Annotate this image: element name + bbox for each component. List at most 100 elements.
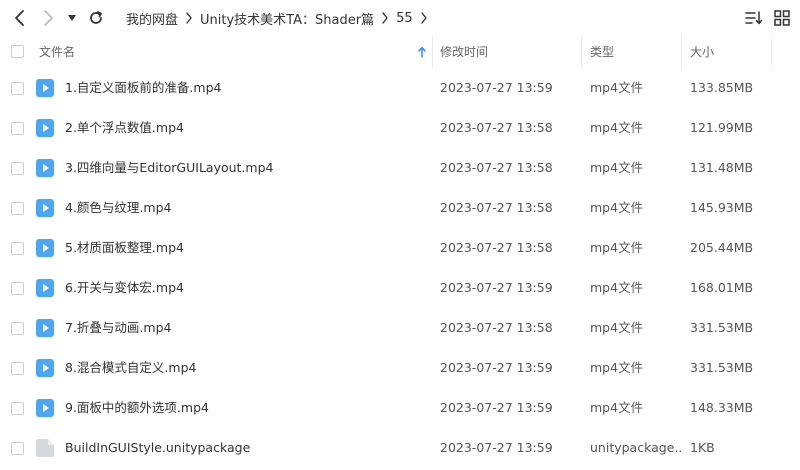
- file-size: 331.53MB: [690, 360, 754, 375]
- breadcrumb-separator-icon: [180, 12, 198, 24]
- forward-button[interactable]: [36, 6, 60, 30]
- file-modified: 2023-07-27 13:58: [440, 160, 553, 175]
- file-name[interactable]: 9.面板中的额外选项.mp4: [65, 388, 425, 428]
- row-checkbox[interactable]: [11, 82, 24, 95]
- file-type: mp4文件: [590, 120, 644, 135]
- breadcrumb-item-folder[interactable]: Unity技术美术TA：Shader篇: [198, 9, 376, 28]
- column-size[interactable]: 大小: [690, 36, 765, 68]
- back-button[interactable]: [8, 6, 32, 30]
- file-size: 148.33MB: [690, 400, 754, 415]
- column-header: 文件名 修改时间 类型 大小: [0, 36, 800, 68]
- file-row[interactable]: 2.单个浮点数值.mp4 2023-07-27 13:58 mp4文件 121.…: [0, 108, 800, 148]
- file-row[interactable]: 1.自定义面板前的准备.mp4 2023-07-27 13:59 mp4文件 1…: [0, 68, 800, 108]
- sort-list-icon: [745, 11, 763, 25]
- file-name[interactable]: 6.开关与变体宏.mp4: [65, 268, 425, 308]
- file-size: 1KB: [690, 440, 715, 455]
- row-checkbox[interactable]: [11, 122, 24, 135]
- video-file-icon: [36, 239, 54, 257]
- file-name[interactable]: 3.四维向量与EditorGUILayout.mp4: [65, 148, 425, 188]
- column-divider[interactable]: [432, 36, 433, 68]
- history-dropdown[interactable]: [62, 6, 82, 30]
- sort-button[interactable]: [744, 8, 764, 28]
- view-mode-button[interactable]: [772, 8, 792, 28]
- select-all-checkbox[interactable]: [11, 45, 24, 58]
- video-file-icon: [36, 399, 54, 417]
- caret-down-icon: [68, 15, 76, 21]
- file-modified: 2023-07-27 13:59: [440, 400, 553, 415]
- file-size: 133.85MB: [690, 80, 754, 95]
- file-list: 1.自定义面板前的准备.mp4 2023-07-27 13:59 mp4文件 1…: [0, 68, 800, 468]
- file-row[interactable]: 9.面板中的额外选项.mp4 2023-07-27 13:59 mp4文件 14…: [0, 388, 800, 428]
- chevron-right-icon: [44, 10, 53, 26]
- row-checkbox[interactable]: [11, 202, 24, 215]
- file-type: mp4文件: [590, 320, 644, 335]
- video-file-icon: [36, 119, 54, 137]
- file-name[interactable]: 4.颜色与纹理.mp4: [65, 188, 425, 228]
- row-checkbox[interactable]: [11, 442, 24, 455]
- column-divider[interactable]: [771, 36, 772, 68]
- row-checkbox[interactable]: [11, 402, 24, 415]
- file-name[interactable]: 2.单个浮点数值.mp4: [65, 108, 425, 148]
- file-name[interactable]: 8.混合模式自定义.mp4: [65, 348, 425, 388]
- video-file-icon: [36, 159, 54, 177]
- file-type: unitypackage...: [590, 440, 682, 455]
- video-file-icon: [36, 319, 54, 337]
- file-modified: 2023-07-27 13:58: [440, 200, 553, 215]
- file-name[interactable]: 1.自定义面板前的准备.mp4: [65, 68, 425, 108]
- row-checkbox[interactable]: [11, 322, 24, 335]
- file-name[interactable]: 7.折叠与动画.mp4: [65, 308, 425, 348]
- file-type: mp4文件: [590, 200, 644, 215]
- file-row[interactable]: BuildInGUIStyle.unitypackage 2023-07-27 …: [0, 428, 800, 468]
- column-modified[interactable]: 修改时间: [440, 36, 575, 68]
- file-size: 121.99MB: [690, 120, 754, 135]
- file-type: mp4文件: [590, 240, 644, 255]
- breadcrumb-separator-icon: [415, 12, 433, 24]
- file-type: mp4文件: [590, 400, 644, 415]
- video-file-icon: [36, 279, 54, 297]
- row-checkbox[interactable]: [11, 282, 24, 295]
- file-row[interactable]: 3.四维向量与EditorGUILayout.mp4 2023-07-27 13…: [0, 148, 800, 188]
- video-file-icon: [36, 359, 54, 377]
- breadcrumb-separator-icon: [376, 12, 394, 24]
- video-file-icon: [36, 199, 54, 217]
- breadcrumb-item-root[interactable]: 我的网盘: [124, 9, 180, 28]
- row-checkbox[interactable]: [11, 162, 24, 175]
- file-row[interactable]: 8.混合模式自定义.mp4 2023-07-27 13:59 mp4文件 331…: [0, 348, 800, 388]
- file-name[interactable]: BuildInGUIStyle.unitypackage: [65, 428, 425, 468]
- file-modified: 2023-07-27 13:59: [440, 360, 553, 375]
- breadcrumb-item-current[interactable]: 55: [394, 11, 415, 26]
- file-size: 145.93MB: [690, 200, 754, 215]
- file-modified: 2023-07-27 13:58: [440, 320, 553, 335]
- file-row[interactable]: 6.开关与变体宏.mp4 2023-07-27 13:59 mp4文件 168.…: [0, 268, 800, 308]
- file-type: mp4文件: [590, 80, 644, 95]
- column-divider[interactable]: [681, 36, 682, 68]
- column-divider[interactable]: [581, 36, 582, 68]
- row-checkbox[interactable]: [11, 242, 24, 255]
- file-type: mp4文件: [590, 280, 644, 295]
- file-row[interactable]: 7.折叠与动画.mp4 2023-07-27 13:58 mp4文件 331.5…: [0, 308, 800, 348]
- file-type: mp4文件: [590, 360, 644, 375]
- refresh-button[interactable]: [84, 6, 108, 30]
- video-file-icon: [36, 79, 54, 97]
- file-type: mp4文件: [590, 160, 644, 175]
- refresh-icon: [90, 11, 102, 24]
- file-size: 205.44MB: [690, 240, 754, 255]
- package-file-icon: [36, 439, 54, 457]
- file-modified: 2023-07-27 13:59: [440, 440, 553, 455]
- file-modified: 2023-07-27 13:58: [440, 120, 553, 135]
- breadcrumb: 我的网盘 Unity技术美术TA：Shader篇 55: [124, 9, 433, 28]
- grid-view-icon: [774, 10, 790, 26]
- file-row[interactable]: 5.材质面板整理.mp4 2023-07-27 13:58 mp4文件 205.…: [0, 228, 800, 268]
- row-checkbox[interactable]: [11, 362, 24, 375]
- column-type[interactable]: 类型: [590, 36, 675, 68]
- sort-ascending-icon: [418, 46, 426, 58]
- file-name[interactable]: 5.材质面板整理.mp4: [65, 228, 425, 268]
- file-size: 331.53MB: [690, 320, 754, 335]
- file-modified: 2023-07-27 13:59: [440, 80, 553, 95]
- toolbar: 我的网盘 Unity技术美术TA：Shader篇 55: [0, 0, 800, 36]
- column-name[interactable]: 文件名: [39, 36, 419, 68]
- file-modified: 2023-07-27 13:58: [440, 240, 553, 255]
- file-row[interactable]: 4.颜色与纹理.mp4 2023-07-27 13:58 mp4文件 145.9…: [0, 188, 800, 228]
- file-size: 131.48MB: [690, 160, 754, 175]
- file-size: 168.01MB: [690, 280, 754, 295]
